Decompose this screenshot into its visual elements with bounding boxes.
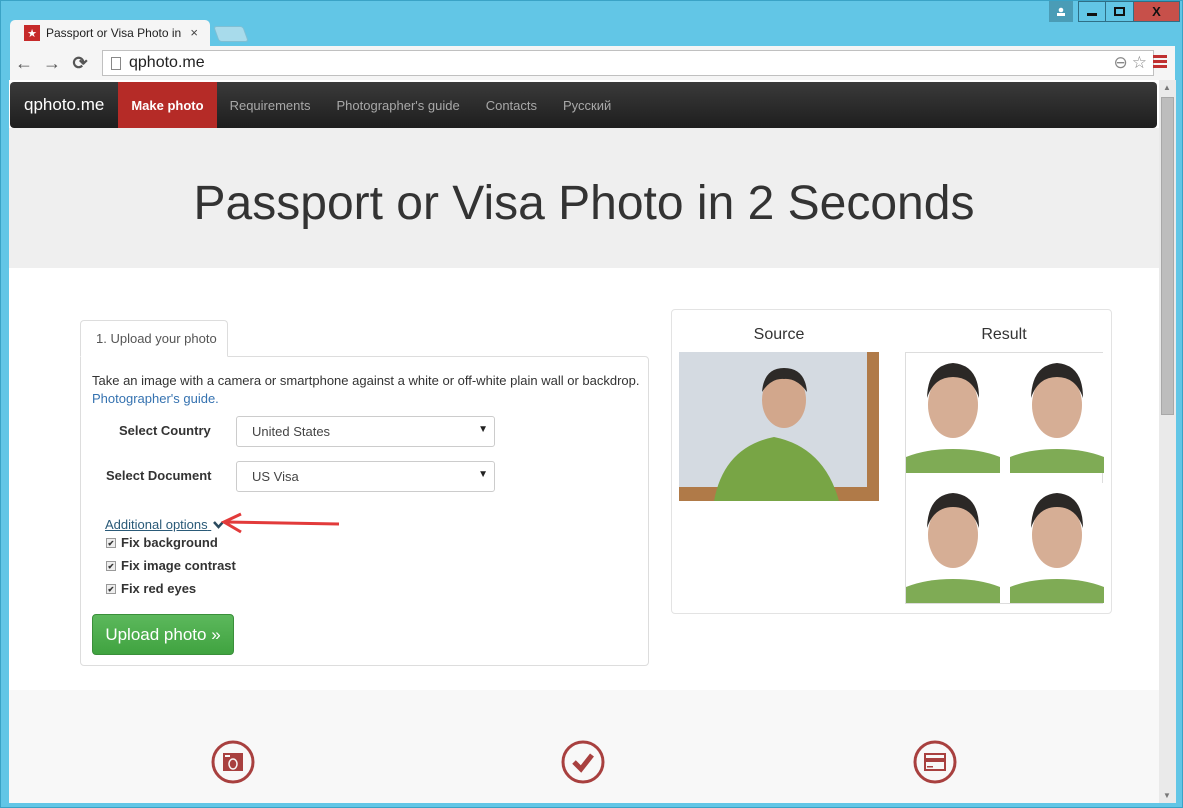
document-label: Select Document (106, 468, 212, 483)
minimize-icon (1087, 12, 1097, 16)
scroll-down-icon[interactable]: ▼ (1163, 791, 1171, 800)
nav-make-photo[interactable]: Make photo (118, 82, 217, 128)
new-tab-button[interactable] (213, 26, 249, 42)
source-heading: Source (753, 326, 805, 343)
nav-photographers-guide[interactable]: Photographer's guide (324, 82, 473, 128)
result-photo (1010, 353, 1104, 473)
address-bar[interactable]: qphoto.me ⊖ ☆ (102, 50, 1154, 76)
camera-icon (211, 740, 255, 784)
checkbox-checked-icon: ✔ (106, 583, 116, 594)
tab-title: Passport or Visa Photo in (46, 26, 182, 40)
forward-button[interactable]: → (38, 53, 66, 74)
additional-options-label: Additional options (105, 517, 208, 532)
checkbox-label: Fix red eyes (121, 581, 197, 596)
document-value: US Visa (252, 469, 299, 484)
hero: Passport or Visa Photo in 2 Seconds (9, 128, 1159, 268)
fix-background-checkbox[interactable]: ✔ Fix background (106, 535, 218, 550)
page-scrollbar[interactable]: ▲ ▼ (1159, 80, 1176, 803)
result-photo (906, 353, 1000, 473)
browser-tab[interactable]: ★ Passport or Visa Photo in × (10, 20, 210, 46)
page-icon (111, 56, 121, 70)
checkbox-checked-icon: ✔ (106, 537, 116, 548)
nav-contacts[interactable]: Contacts (473, 82, 550, 128)
site-navbar: qphoto.me Make photo Requirements Photog… (10, 82, 1157, 128)
result-heading: Result (981, 326, 1027, 343)
fix-red-eyes-checkbox[interactable]: ✔ Fix red eyes (106, 581, 196, 596)
maximize-button[interactable] (1106, 1, 1134, 22)
country-label: Select Country (119, 423, 211, 438)
scrollbar-thumb[interactable] (1161, 97, 1174, 415)
additional-options-toggle[interactable]: Additional options (105, 517, 225, 532)
nav-requirements[interactable]: Requirements (217, 82, 324, 128)
bookmark-star-icon[interactable]: ☆ (1132, 53, 1147, 73)
nav-russian[interactable]: Русский (550, 82, 624, 128)
chrome-menu-button[interactable] (1153, 55, 1167, 70)
result-photo (1010, 483, 1104, 603)
user-icon (1057, 7, 1065, 16)
country-value: United States (252, 424, 331, 439)
tab-upload-photo[interactable]: 1. Upload your photo (80, 320, 228, 357)
zoom-icon[interactable]: ⊖ (1114, 53, 1128, 73)
tab-close-icon[interactable]: × (190, 25, 198, 40)
maximize-icon (1114, 7, 1125, 16)
credit-card-icon (913, 740, 957, 784)
upload-photo-button[interactable]: Upload photo » (92, 614, 234, 655)
document-select[interactable]: US Visa ▼ (236, 461, 495, 492)
favicon-star-icon: ★ (24, 25, 40, 41)
dropdown-caret-icon: ▼ (478, 424, 488, 435)
scroll-up-icon[interactable]: ▲ (1163, 83, 1171, 92)
back-button[interactable]: ← (10, 53, 38, 74)
site-brand[interactable]: qphoto.me (10, 82, 118, 128)
features-section (9, 690, 1159, 803)
checkbox-label: Fix background (121, 535, 218, 550)
preview-panel: Source Result (671, 309, 1112, 614)
fix-contrast-checkbox[interactable]: ✔ Fix image contrast (106, 558, 236, 573)
close-window-button[interactable]: X (1134, 1, 1180, 22)
checkbox-checked-icon: ✔ (106, 560, 116, 571)
annotation-arrow-icon (221, 512, 340, 534)
window-controls: X (1049, 1, 1180, 22)
intro-sentence: Take an image with a camera or smartphon… (92, 373, 640, 388)
page-viewport: qphoto.me Make photo Requirements Photog… (9, 80, 1159, 803)
checkbox-label: Fix image contrast (121, 558, 236, 573)
intro-text: Take an image with a camera or smartphon… (92, 372, 640, 408)
dropdown-caret-icon: ▼ (478, 469, 488, 480)
hero-title: Passport or Visa Photo in 2 Seconds (193, 177, 975, 230)
result-photo (906, 483, 1000, 603)
result-photos-grid (905, 352, 1104, 604)
user-profile-button[interactable] (1049, 1, 1073, 22)
minimize-button[interactable] (1078, 1, 1106, 22)
country-select[interactable]: United States ▼ (236, 416, 495, 447)
photographers-guide-link[interactable]: Photographer's guide. (92, 391, 219, 406)
url-text: qphoto.me (129, 54, 205, 71)
checkmark-icon (561, 740, 605, 784)
upload-panel: Take an image with a camera or smartphon… (80, 356, 649, 666)
browser-toolbar: ← → ⟳ qphoto.me ⊖ ☆ (10, 46, 1175, 80)
source-photo (679, 352, 879, 501)
reload-button[interactable]: ⟳ (66, 53, 94, 74)
